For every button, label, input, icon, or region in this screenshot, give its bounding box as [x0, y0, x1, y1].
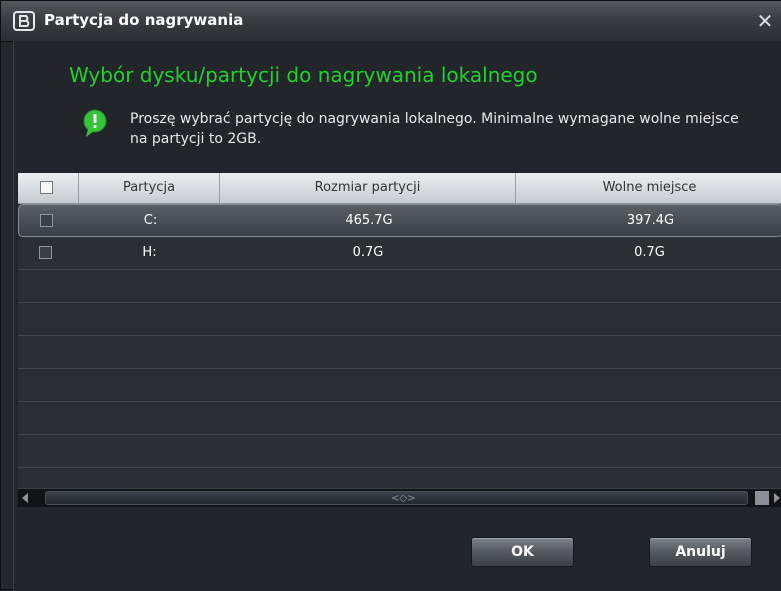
column-header-free-space[interactable]: Wolne miejsce	[516, 173, 781, 203]
scroll-right-arrow-icon[interactable]	[774, 493, 780, 503]
title-bar[interactable]: Partycja do nagrywania ✕	[1, 1, 781, 42]
section-heading: Wybór dysku/partycji do nagrywania lokal…	[69, 63, 538, 87]
header-select-all-cell	[18, 173, 79, 203]
close-icon[interactable]: ✕	[754, 10, 776, 32]
table-row[interactable]: C: 465.7G 397.4G	[18, 204, 781, 237]
size-cell: 0.7G	[352, 245, 384, 260]
column-header-size[interactable]: Rozmiar partycji	[220, 173, 516, 203]
size-cell: 465.7G	[345, 213, 393, 228]
select-all-checkbox[interactable]	[40, 181, 53, 194]
dialog-content: Wybór dysku/partycji do nagrywania lokal…	[13, 41, 781, 591]
empty-row	[18, 303, 781, 336]
info-message: Proszę wybrać partycję do nagrywania lok…	[130, 111, 739, 147]
cancel-button[interactable]: Anuluj	[649, 537, 752, 567]
empty-row	[18, 270, 781, 303]
empty-row	[18, 369, 781, 402]
window-title: Partycja do nagrywania	[44, 11, 244, 29]
scrollbar-thumb[interactable]: <◇>	[45, 491, 748, 505]
horizontal-scrollbar[interactable]: <◇>	[18, 488, 781, 507]
free-space-cell: 0.7G	[634, 245, 665, 260]
empty-row	[18, 336, 781, 369]
dialog-window: Partycja do nagrywania ✕ Wybór dysku/par…	[0, 0, 781, 591]
free-space-cell: 397.4G	[626, 213, 675, 228]
empty-row	[18, 402, 781, 435]
partition-cell: C:	[143, 213, 158, 228]
partition-table: Partycja Rozmiar partycji Wolne miejsce …	[18, 173, 781, 505]
table-row[interactable]: H: 0.7G 0.7G	[18, 237, 781, 270]
grip-icon: <◇>	[391, 493, 416, 504]
row-checkbox[interactable]	[40, 214, 53, 227]
empty-row	[18, 435, 781, 468]
partition-cell: H:	[142, 245, 157, 260]
app-logo-icon	[13, 11, 35, 31]
scroll-track-end[interactable]	[755, 491, 769, 505]
row-checkbox[interactable]	[39, 246, 52, 259]
info-bubble-icon	[83, 109, 107, 137]
table-header: Partycja Rozmiar partycji Wolne miejsce	[18, 173, 781, 204]
ok-button[interactable]: OK	[471, 537, 574, 567]
scroll-left-arrow-icon[interactable]	[22, 493, 28, 503]
column-header-partition[interactable]: Partycja	[79, 173, 220, 203]
